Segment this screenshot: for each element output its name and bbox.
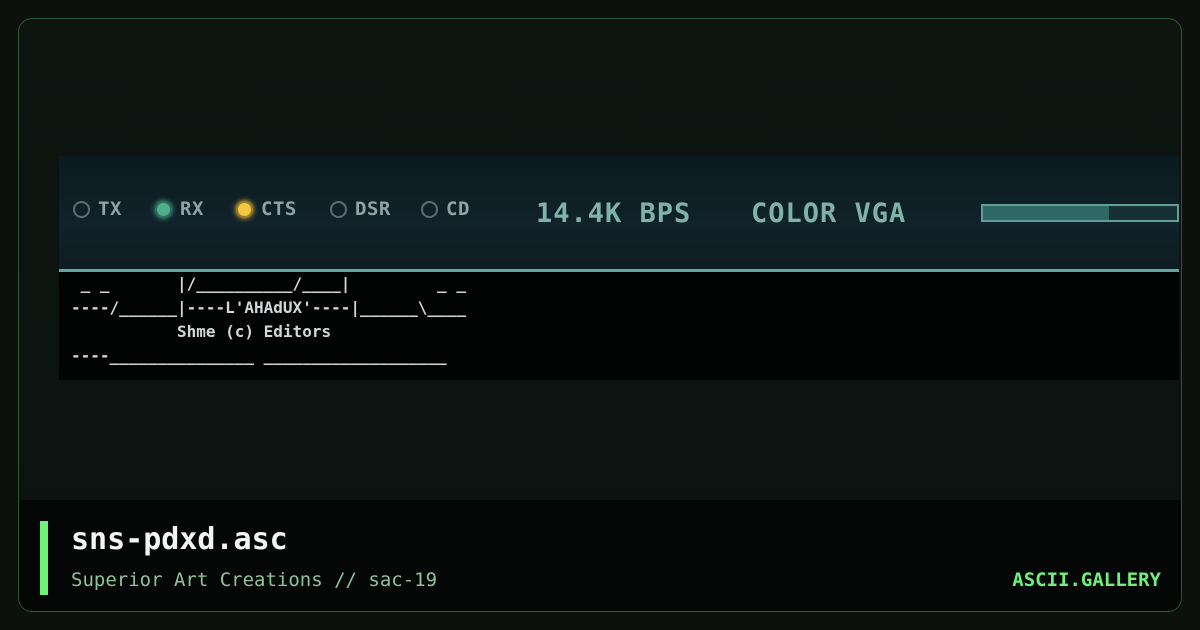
transfer-progress-bar <box>981 204 1179 222</box>
tx-led-icon <box>73 200 90 218</box>
indicator-label: CD <box>446 198 470 220</box>
indicator-cd: CD <box>421 198 470 220</box>
indicator-dsr: DSR <box>330 198 391 220</box>
display-mode: COLOR VGA <box>751 198 907 229</box>
indicator-label: TX <box>98 198 122 220</box>
cts-led-icon <box>236 200 253 218</box>
accent-bar <box>40 521 48 595</box>
indicator-cts: CTS <box>236 198 297 220</box>
indicator-rx: RX <box>155 198 204 220</box>
ascii-preview: TX RX CTS DSR CD 14.4K BPS COLOR VGA _ _… <box>59 156 1179 380</box>
modem-status-bar: TX RX CTS DSR CD 14.4K BPS COLOR VGA <box>59 156 1179 272</box>
card-frame: TX RX CTS DSR CD 14.4K BPS COLOR VGA _ _… <box>18 18 1182 612</box>
file-subtitle: Superior Art Creations // sac-19 <box>71 569 438 591</box>
brand-link[interactable]: ASCII.GALLERY <box>1012 569 1161 591</box>
transfer-progress-fill <box>983 206 1110 220</box>
indicator-tx: TX <box>73 198 122 220</box>
connection-speed: 14.4K BPS <box>536 198 692 229</box>
ascii-art: _ _ |/__________/____| _ _ ----/______|-… <box>71 274 466 365</box>
indicator-label: DSR <box>355 198 391 220</box>
file-title: sns-pdxd.asc <box>71 522 288 557</box>
indicator-label: RX <box>180 198 204 220</box>
card-footer: sns-pdxd.asc Superior Art Creations // s… <box>19 500 1181 611</box>
dsr-led-icon <box>330 200 347 218</box>
cd-led-icon <box>421 200 438 218</box>
rx-led-icon <box>155 200 172 218</box>
indicator-label: CTS <box>261 198 297 220</box>
